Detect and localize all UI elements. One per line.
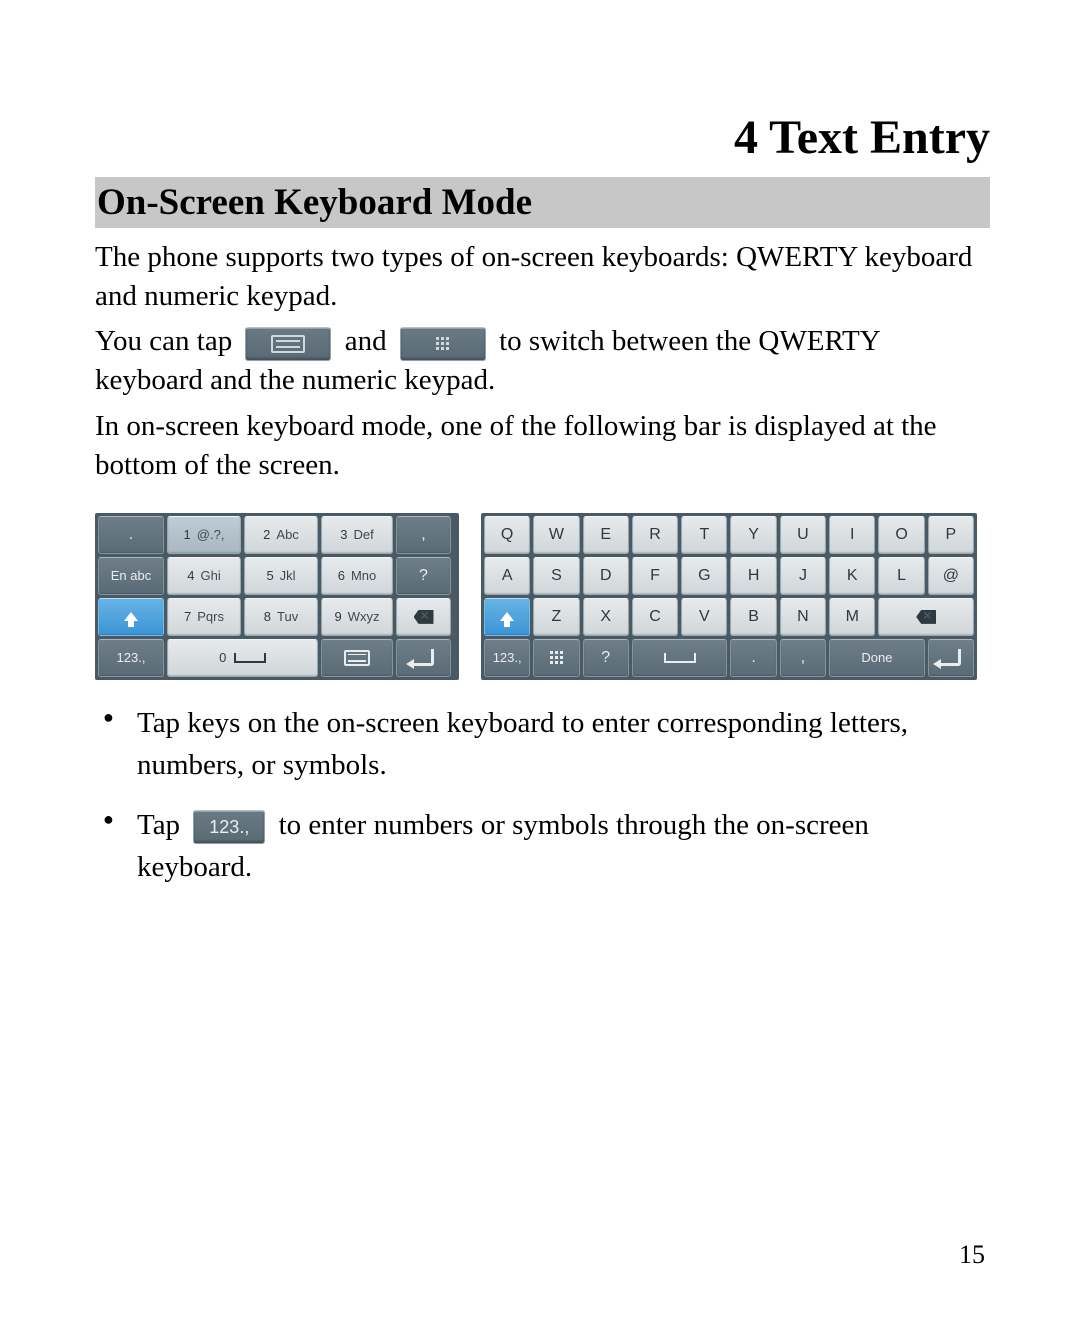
bullet-list: Tap keys on the on-screen keyboard to en… [95, 702, 990, 888]
key-k[interactable]: K [829, 557, 875, 595]
key-space[interactable] [632, 639, 728, 677]
key-b[interactable]: B [730, 598, 776, 636]
key-v[interactable]: V [681, 598, 727, 636]
key-at[interactable]: @ [928, 557, 974, 595]
qwerty-keyboard-icon [344, 650, 370, 666]
key-g[interactable]: G [681, 557, 727, 595]
key-x[interactable]: X [583, 598, 629, 636]
chapter-title: 4 Text Entry [95, 110, 990, 165]
qwerty-keyboard-figure: Q W E R T Y U I O P A S D F G H J K L @ … [481, 513, 977, 680]
key-0-space[interactable]: 0 [167, 639, 318, 677]
key-w[interactable]: W [533, 516, 579, 554]
key-1[interactable]: 1@.?, [167, 516, 241, 554]
key-switch-numeric[interactable] [533, 639, 579, 677]
key-lang-mode[interactable]: En abc [98, 557, 164, 595]
key-n[interactable]: N [780, 598, 826, 636]
key-i[interactable]: I [829, 516, 875, 554]
key-e[interactable]: E [583, 516, 629, 554]
key-comma[interactable]: , [780, 639, 826, 677]
key-s[interactable]: S [533, 557, 579, 595]
key-backspace[interactable] [878, 598, 974, 636]
shift-icon [124, 612, 138, 621]
key-d[interactable]: D [583, 557, 629, 595]
shift-icon [500, 612, 514, 621]
key-shift[interactable] [484, 598, 530, 636]
key-q[interactable]: Q [484, 516, 530, 554]
key-f[interactable]: F [632, 557, 678, 595]
enter-icon [940, 649, 961, 666]
key-period[interactable]: . [730, 639, 776, 677]
key-o[interactable]: O [878, 516, 924, 554]
backspace-icon [414, 610, 434, 624]
key-enter[interactable] [928, 639, 974, 677]
key-8[interactable]: 8Tuv [244, 598, 318, 636]
key-u[interactable]: U [780, 516, 826, 554]
key-l[interactable]: L [878, 557, 924, 595]
backspace-icon [916, 610, 936, 624]
key-numsym[interactable]: 123., [484, 639, 530, 677]
key-period[interactable]: . [98, 516, 164, 554]
paragraph-intro: The phone supports two types of on-scree… [95, 238, 990, 316]
key-2[interactable]: 2Abc [244, 516, 318, 554]
key-a[interactable]: A [484, 557, 530, 595]
key-r[interactable]: R [632, 516, 678, 554]
key-7[interactable]: 7Pqrs [167, 598, 241, 636]
section-heading: On-Screen Keyboard Mode [95, 177, 990, 228]
page-number: 15 [959, 1240, 985, 1270]
numeric-keypad-icon [400, 327, 486, 361]
space-icon [664, 653, 696, 663]
key-p[interactable]: P [928, 516, 974, 554]
text: and [345, 325, 394, 357]
space-icon [234, 653, 266, 663]
enter-icon [413, 649, 434, 666]
keyboard-figures: . 1@.?, 2Abc 3Def , En abc 4Ghi 5Jkl 6Mn… [95, 513, 990, 680]
text: Tap [137, 809, 187, 841]
key-3[interactable]: 3Def [321, 516, 393, 554]
key-t[interactable]: T [681, 516, 727, 554]
key-numsym[interactable]: 123., [98, 639, 164, 677]
key-backspace[interactable] [396, 598, 451, 636]
key-5[interactable]: 5Jkl [244, 557, 318, 595]
numeric-keypad-icon [550, 651, 563, 664]
key-m[interactable]: M [829, 598, 875, 636]
key-done[interactable]: Done [829, 639, 925, 677]
text: You can tap [95, 325, 239, 357]
key-j[interactable]: J [780, 557, 826, 595]
list-item: Tap keys on the on-screen keyboard to en… [95, 702, 990, 786]
numsym-key-icon: 123., [193, 810, 265, 844]
key-c[interactable]: C [632, 598, 678, 636]
key-y[interactable]: Y [730, 516, 776, 554]
key-shift[interactable] [98, 598, 164, 636]
key-4[interactable]: 4Ghi [167, 557, 241, 595]
key-6[interactable]: 6Mno [321, 557, 393, 595]
key-switch-qwerty[interactable] [321, 639, 393, 677]
key-9[interactable]: 9Wxyz [321, 598, 393, 636]
list-item: Tap 123., to enter numbers or symbols th… [95, 804, 990, 888]
key-enter[interactable] [396, 639, 451, 677]
paragraph-bar-note: In on-screen keyboard mode, one of the f… [95, 407, 990, 485]
key-comma[interactable]: , [396, 516, 451, 554]
qwerty-keyboard-icon [245, 327, 331, 361]
key-z[interactable]: Z [533, 598, 579, 636]
numeric-keypad-figure: . 1@.?, 2Abc 3Def , En abc 4Ghi 5Jkl 6Mn… [95, 513, 459, 680]
key-question[interactable]: ? [583, 639, 629, 677]
key-question[interactable]: ? [396, 557, 451, 595]
paragraph-switch: You can tap and to switch between the QW… [95, 322, 990, 400]
key-h[interactable]: H [730, 557, 776, 595]
